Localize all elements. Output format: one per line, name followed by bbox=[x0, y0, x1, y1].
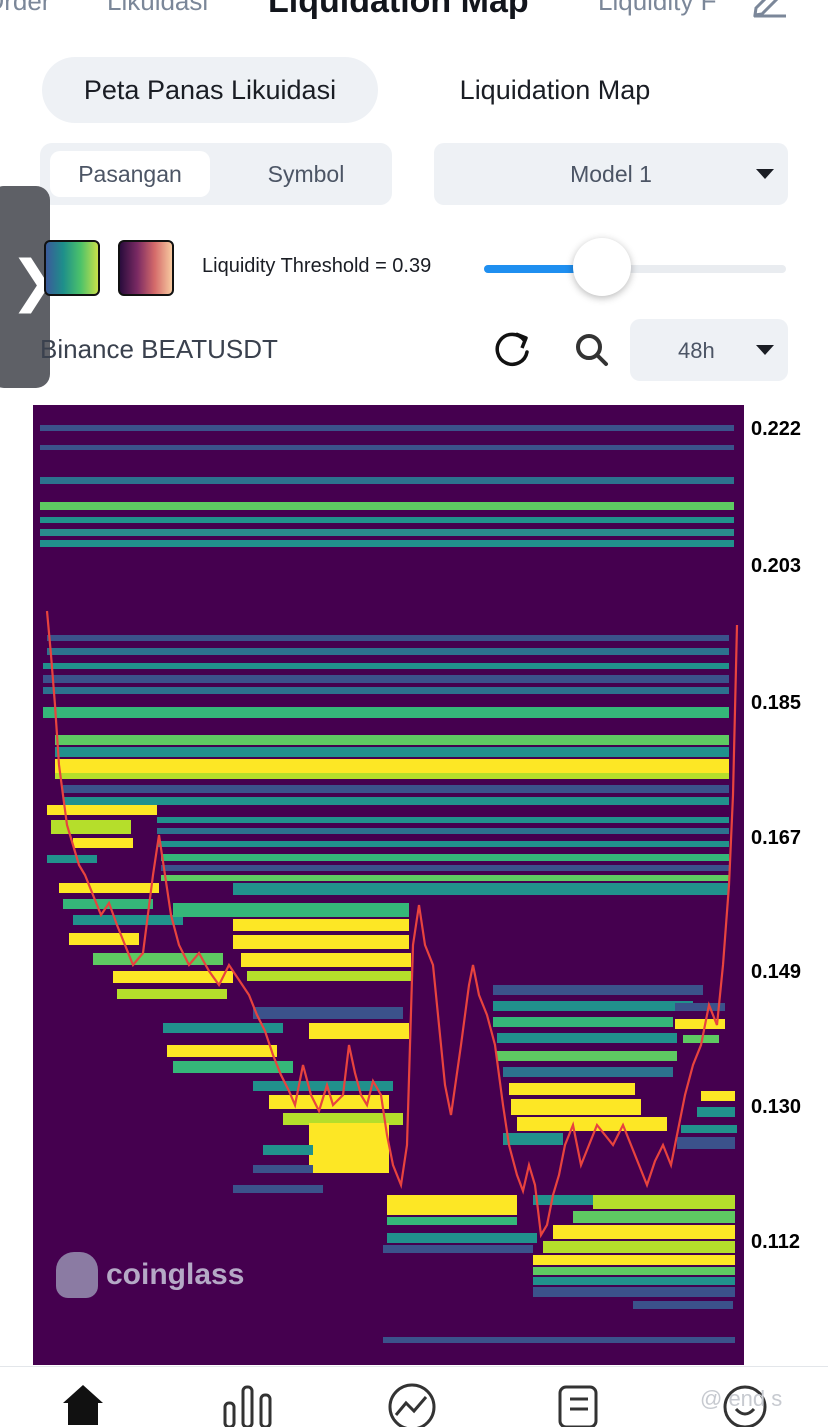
trend-icon[interactable] bbox=[386, 1381, 438, 1427]
liquidity-bands bbox=[40, 425, 737, 1343]
color-scheme-viridis-swatch[interactable] bbox=[44, 240, 100, 296]
tab-heatmap-view[interactable]: Peta Panas Likuidasi bbox=[42, 57, 378, 123]
tab-liquidity[interactable]: Liquidity F bbox=[598, 0, 717, 17]
watermark-text: coinglass bbox=[106, 1258, 245, 1291]
search-icon[interactable] bbox=[572, 330, 612, 370]
y-axis-tick: 0.149 bbox=[751, 961, 802, 983]
model-select[interactable]: Model 1 bbox=[434, 143, 788, 205]
chevron-down-icon bbox=[756, 345, 774, 355]
exchange-pair-label: Binance BEATUSDT bbox=[40, 334, 278, 364]
bar-chart-icon[interactable] bbox=[222, 1381, 274, 1427]
pair-option-symbol[interactable]: Symbol bbox=[226, 151, 386, 197]
threshold-slider-track[interactable] bbox=[484, 265, 786, 273]
liquidation-heatmap[interactable] bbox=[33, 405, 744, 1365]
timeframe-value: 48h bbox=[678, 338, 715, 363]
tab-order[interactable]: Order bbox=[0, 0, 50, 17]
coinglass-logo-icon bbox=[56, 1252, 98, 1298]
y-axis-tick: 0.222 bbox=[751, 418, 802, 440]
home-icon[interactable] bbox=[60, 1381, 106, 1427]
timeframe-select[interactable]: 48h bbox=[630, 319, 788, 381]
color-scheme-magma-swatch[interactable] bbox=[118, 240, 174, 296]
tab-liquidation-map[interactable]: Liquidation Map bbox=[268, 0, 529, 21]
y-axis-tick: 0.112 bbox=[751, 1231, 800, 1253]
chevron-down-icon bbox=[756, 169, 774, 179]
pair-option-pasangan[interactable]: Pasangan bbox=[50, 151, 210, 197]
edit-icon[interactable] bbox=[752, 0, 790, 20]
model-select-value: Model 1 bbox=[570, 160, 652, 187]
refresh-icon[interactable] bbox=[490, 328, 534, 372]
y-axis-tick: 0.167 bbox=[751, 827, 802, 849]
y-axis-tick: 0.185 bbox=[751, 692, 802, 714]
tab-map-view[interactable]: Liquidation Map bbox=[420, 57, 690, 123]
threshold-slider-thumb[interactable] bbox=[573, 238, 631, 296]
tab-map-label: Liquidation Map bbox=[459, 74, 651, 105]
y-axis-tick: 0.203 bbox=[751, 555, 802, 577]
threshold-label: Liquidity Threshold = 0.39 bbox=[202, 255, 432, 277]
news-icon[interactable] bbox=[556, 1381, 602, 1427]
corner-watermark-text: @ end s bbox=[700, 1386, 783, 1411]
coinglass-watermark: coinglass bbox=[56, 1252, 244, 1298]
tab-heatmap-label: Peta Panas Likuidasi bbox=[83, 74, 337, 105]
y-axis-tick: 0.130 bbox=[751, 1096, 802, 1118]
tab-likuidasi[interactable]: Likuidasi bbox=[107, 0, 208, 17]
pair-symbol-toggle: Pasangan Symbol bbox=[40, 143, 392, 205]
